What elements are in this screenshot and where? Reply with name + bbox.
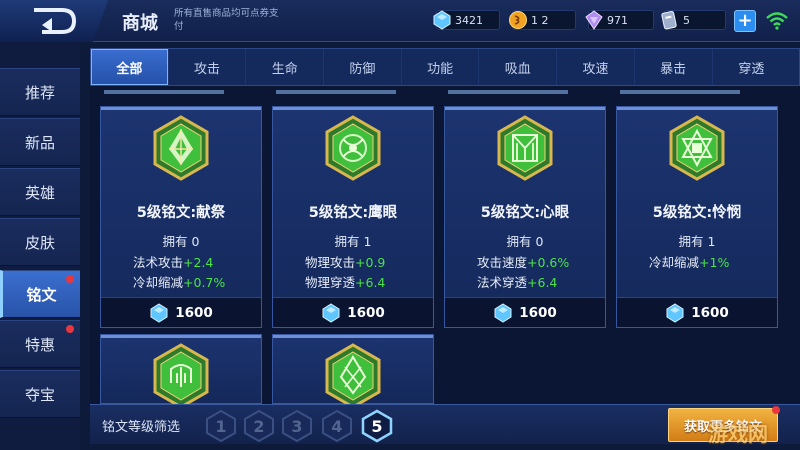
inscription-card[interactable] (100, 334, 262, 406)
level-filter-3[interactable]: 3 (280, 409, 314, 443)
svg-text:2: 2 (253, 417, 264, 436)
inscription-name: 5级铭文:怜悯 (652, 205, 742, 221)
level-filter-4[interactable]: 4 (320, 409, 354, 443)
inscription-card[interactable]: 5级铭文:心眼 拥有 0 攻击速度+0.6% 法术穿透+6.4 1600 (444, 106, 606, 328)
tab-all[interactable]: 全部 (91, 49, 169, 85)
page-subtitle: 所有直售商品均可点券支付 (174, 8, 279, 32)
gold-currency: 1 2 (509, 10, 576, 30)
tab-lifesteal[interactable]: 吸血 (479, 49, 558, 85)
owned-count: 拥有 1 (678, 234, 716, 249)
price-button[interactable]: 1600 (445, 297, 605, 327)
scrolled-card-edge (620, 90, 740, 94)
svg-text:1: 1 (215, 417, 226, 436)
sacrifice-emblem-icon (153, 115, 209, 181)
sidebar-item-new[interactable]: 新品 (0, 118, 80, 166)
hexagon-icon: 5 (361, 409, 393, 443)
stat-list: 物理攻击+0.9 物理穿透+6.4 (305, 253, 435, 293)
notification-dot (772, 406, 780, 414)
stat-line: 冷却缩减+1% (649, 255, 730, 270)
inscription-name: 5级铭文:鹰眼 (308, 205, 398, 221)
gold-coin-icon (507, 9, 529, 31)
inscription-emblem-icon (153, 343, 209, 406)
hexagon-icon: 4 (322, 409, 352, 443)
stat-line: 法术穿透+6.4 (477, 275, 558, 290)
back-arrow-icon (34, 8, 77, 34)
mind-eye-emblem-icon (497, 115, 553, 181)
top-bar: 商城 所有直售商品均可点券支付 3421 1 2 971 5 + (0, 0, 800, 42)
level-filter-5[interactable]: 5 (360, 409, 394, 443)
sidebar-item-treasure[interactable]: 夺宝 (0, 370, 80, 418)
diamond-icon (431, 9, 453, 31)
diamond-icon (322, 302, 340, 323)
hexagon-icon: 3 (282, 409, 312, 443)
sidebar-item-skins[interactable]: 皮肤 (0, 218, 80, 266)
scrolled-card-edge (104, 90, 224, 94)
inscription-card[interactable]: 5级铭文:怜悯 拥有 1 冷却缩减+1% 1600 (616, 106, 778, 328)
category-tabs: 全部 攻击 生命 防御 功能 吸血 攻速 暴击 穿透 (90, 48, 800, 86)
owned-count: 拥有 0 (162, 234, 200, 249)
watermark-text: 游戏网 (708, 422, 768, 446)
back-button[interactable] (0, 0, 108, 42)
tab-penetration[interactable]: 穿透 (713, 49, 791, 85)
tab-crit[interactable]: 暴击 (635, 49, 713, 85)
diamond-icon (150, 302, 168, 323)
mercy-emblem-icon (669, 115, 725, 181)
tab-attack[interactable]: 攻击 (169, 49, 247, 85)
stat-list: 冷却缩减+1% (649, 253, 779, 273)
level-filter-label: 铭文等级筛选 (102, 420, 181, 435)
crystal-icon (583, 9, 605, 31)
level-filter-1[interactable]: 1 (204, 409, 238, 443)
voucher-currency: 5 (661, 10, 726, 30)
diamond-icon (666, 302, 684, 323)
sidebar-item-recommend[interactable]: 推荐 (0, 68, 80, 116)
notification-dot (66, 325, 74, 333)
level-filter-bar: 铭文等级筛选 1 2 3 4 5 获取更多铭文 (90, 404, 800, 444)
plus-icon: + (737, 10, 753, 31)
scrolled-card-edge (448, 90, 568, 94)
price-button[interactable]: 1600 (101, 297, 261, 327)
hexagon-icon: 2 (244, 409, 274, 443)
inscription-card[interactable]: 5级铭文:鹰眼 拥有 1 物理攻击+0.9 物理穿透+6.4 1600 (272, 106, 434, 328)
page-title: 商城 (122, 13, 158, 34)
sidebar-item-deals[interactable]: 特惠 (0, 320, 80, 368)
inscription-grid: 5级铭文:献祭 拥有 0 法术攻击+2.4 冷却缩减+0.7% 1600 5级铭… (90, 86, 800, 406)
svg-text:3: 3 (291, 417, 302, 436)
stat-line: 物理攻击+0.9 (305, 255, 386, 270)
stat-line: 冷却缩减+0.7% (133, 275, 226, 290)
inscription-card[interactable]: 5级铭文:献祭 拥有 0 法术攻击+2.4 冷却缩减+0.7% 1600 (100, 106, 262, 328)
stat-list: 法术攻击+2.4 冷却缩减+0.7% (133, 253, 263, 293)
svg-text:4: 4 (331, 417, 342, 436)
crystal-currency: 971 (585, 10, 654, 30)
scrolled-card-edge (276, 90, 396, 94)
tab-health[interactable]: 生命 (246, 49, 325, 85)
inscription-name: 5级铭文:心眼 (480, 205, 570, 221)
hexagon-icon: 1 (206, 409, 236, 443)
sidebar-item-inscriptions[interactable]: 铭文 (0, 270, 80, 318)
diamond-currency: 3421 (433, 10, 500, 30)
owned-count: 拥有 0 (506, 234, 544, 249)
price-button[interactable]: 1600 (617, 297, 777, 327)
inscription-name: 5级铭文:献祭 (136, 205, 226, 221)
stat-list: 攻击速度+0.6% 法术穿透+6.4 (477, 253, 607, 293)
stat-line: 物理穿透+6.4 (305, 275, 386, 290)
price-button[interactable]: 1600 (273, 297, 433, 327)
owned-count: 拥有 1 (334, 234, 372, 249)
diamond-icon (494, 302, 512, 323)
stat-line: 攻击速度+0.6% (477, 255, 570, 270)
notification-dot (66, 275, 74, 283)
voucher-icon (659, 9, 681, 31)
tab-utility[interactable]: 功能 (402, 49, 480, 85)
inscription-emblem-icon (325, 343, 381, 406)
stat-line: 法术攻击+2.4 (133, 255, 214, 270)
sidebar: 推荐 新品 英雄 皮肤 铭文 特惠 夺宝 (0, 42, 80, 450)
tab-defense[interactable]: 防御 (324, 49, 402, 85)
wifi-icon (766, 12, 788, 30)
inscription-card[interactable] (272, 334, 434, 406)
add-currency-button[interactable]: + (734, 10, 756, 32)
level-filter-2[interactable]: 2 (242, 409, 276, 443)
tab-attack-speed[interactable]: 攻速 (557, 49, 635, 85)
svg-text:5: 5 (371, 417, 382, 436)
sidebar-item-heroes[interactable]: 英雄 (0, 168, 80, 216)
hawkeye-emblem-icon (325, 115, 381, 181)
